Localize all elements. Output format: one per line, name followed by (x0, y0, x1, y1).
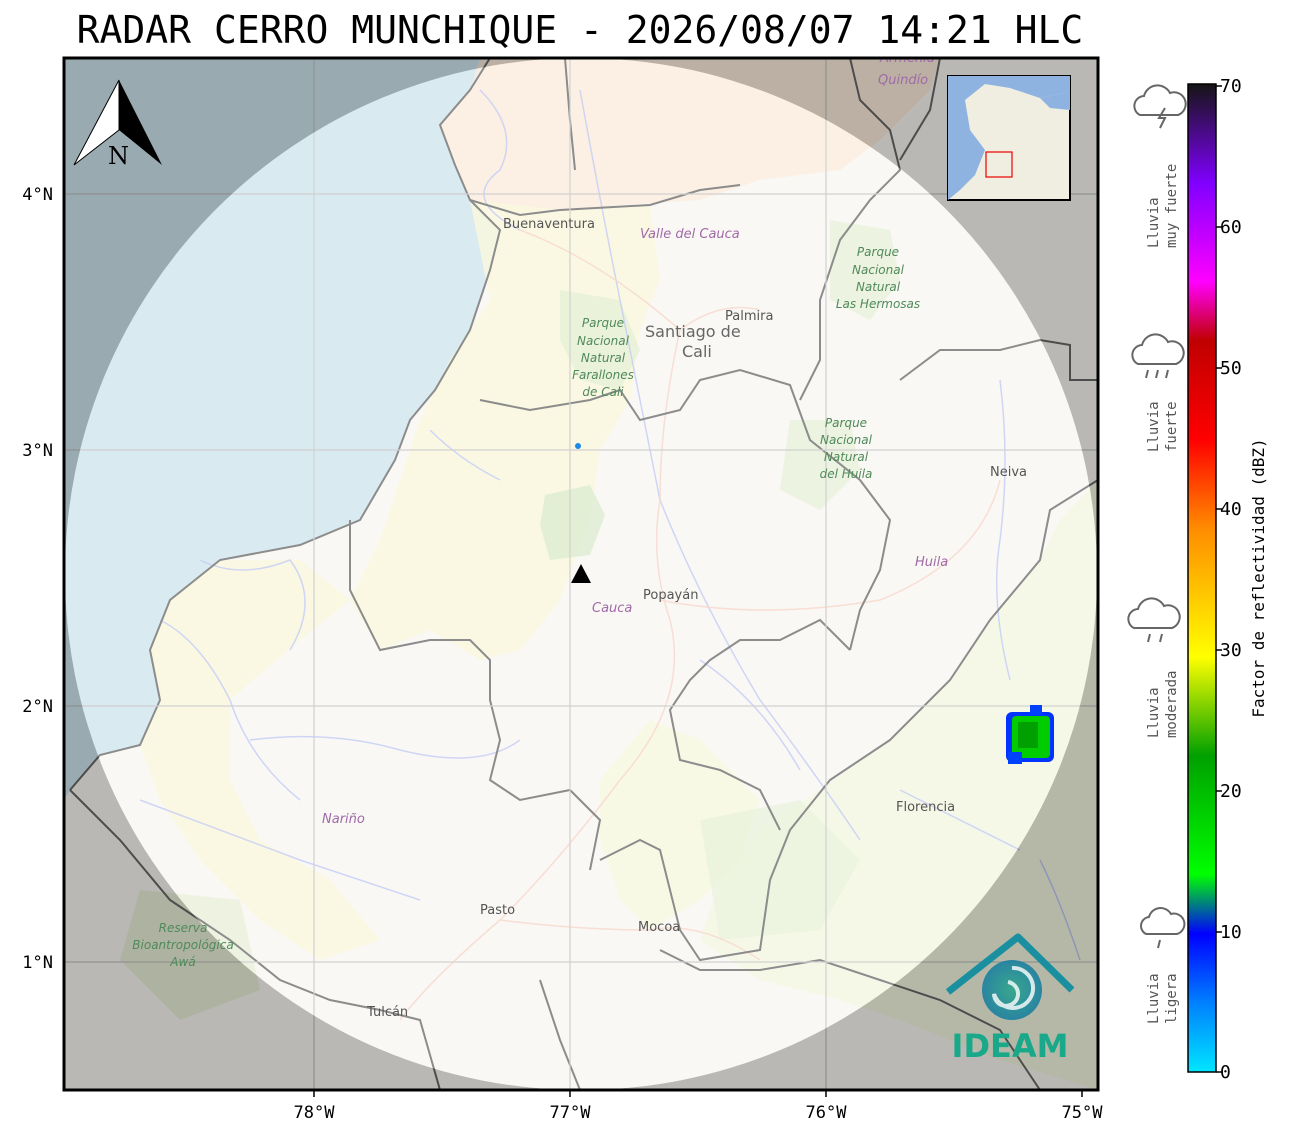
svg-text:Lluvia: Lluvia (1146, 401, 1162, 452)
svg-text:Las Hermosas: Las Hermosas (836, 297, 920, 311)
rain-category-ligera: Lluvia ligera (1140, 907, 1186, 1024)
svg-text:Parque: Parque (582, 316, 624, 330)
svg-text:Nacional: Nacional (820, 433, 873, 447)
cb-tick-60: 60 (1220, 217, 1242, 238)
lon-tick-75: 75°W (1062, 1103, 1104, 1123)
lat-tick-1: 1°N (22, 953, 53, 973)
label-cauca: Cauca (592, 601, 632, 616)
cb-tick-30: 30 (1220, 640, 1242, 661)
rain-category-moderada: Lluvia moderada (1127, 597, 1181, 738)
svg-text:Natural: Natural (824, 450, 869, 464)
svg-text:muy fuerte: muy fuerte (1164, 164, 1180, 248)
label-pasto: Pasto (480, 903, 515, 918)
lon-tick-77: 77°W (550, 1103, 592, 1123)
cb-tick-50: 50 (1220, 358, 1242, 379)
svg-text:fuerte: fuerte (1164, 401, 1180, 452)
cb-tick-10: 10 (1220, 922, 1242, 943)
radar-echo-small (575, 443, 581, 449)
rain-category-muy-fuerte: Lluvia muy fuerte (1133, 84, 1187, 248)
cb-tick-40: 40 (1220, 499, 1242, 520)
label-mocoa: Mocoa (638, 920, 680, 935)
cb-tick-0: 0 (1220, 1062, 1231, 1083)
svg-text:Natural: Natural (856, 280, 901, 294)
svg-text:Bioantropológica: Bioantropológica (132, 938, 233, 952)
rain-category-fuerte: Lluvia fuerte (1131, 333, 1185, 452)
colorbar: 70 60 50 40 30 20 10 0 Factor de reflect… (1187, 76, 1268, 1083)
radar-echo-cluster (1006, 705, 1054, 764)
svg-text:Parque: Parque (857, 245, 899, 259)
colorbar-label: Factor de reflectividad (dBZ) (1249, 438, 1268, 717)
moderate-rain-cloud-icon (1127, 597, 1181, 643)
thunderstorm-cloud-icon (1133, 84, 1187, 129)
label-tulcan: Tulcán (366, 1005, 408, 1020)
label-cali-2: Cali (682, 342, 712, 361)
svg-text:Lluvia: Lluvia (1146, 197, 1162, 248)
svg-text:Natural: Natural (581, 351, 626, 365)
lon-tick-78: 78°W (294, 1103, 336, 1123)
lat-tick-3: 3°N (22, 441, 53, 461)
label-cali-1: Santiago de (645, 322, 741, 341)
svg-text:Farallones: Farallones (572, 368, 634, 382)
lon-tick-labels: 78°W 77°W 76°W 75°W (294, 1103, 1104, 1123)
svg-text:Parque: Parque (825, 416, 867, 430)
svg-text:Reserva: Reserva (159, 921, 208, 935)
svg-text:del Huila: del Huila (820, 467, 873, 481)
inset-locator-map (947, 75, 1071, 201)
svg-text:IDEAM: IDEAM (952, 1027, 1069, 1065)
label-popayan: Popayán (643, 588, 698, 603)
svg-text:Awá: Awá (169, 955, 195, 969)
svg-text:moderada: moderada (1164, 671, 1180, 738)
colorbar-gradient (1187, 83, 1217, 1073)
label-quindio: Quindío (878, 73, 928, 88)
lat-tick-labels: 4°N 3°N 2°N 1°N (22, 185, 53, 973)
lat-tick-4: 4°N (22, 185, 53, 205)
svg-text:Nacional: Nacional (852, 263, 905, 277)
label-huila: Huila (915, 555, 948, 570)
label-valle: Valle del Cauca (640, 227, 740, 242)
svg-text:de Cali: de Cali (582, 385, 624, 399)
cb-tick-20: 20 (1220, 781, 1242, 802)
lon-tick-76: 76°W (806, 1103, 848, 1123)
cb-tick-70: 70 (1220, 76, 1242, 97)
svg-text:ligera: ligera (1164, 973, 1180, 1024)
label-buenaventura: Buenaventura (503, 217, 595, 232)
label-neiva: Neiva (990, 465, 1027, 480)
label-narino: Nariño (322, 812, 365, 827)
map-area[interactable]: Buenaventura Valle del Cauca Palmira San… (0, 0, 1309, 1137)
light-rain-cloud-icon (1140, 907, 1186, 949)
svg-text:Nacional: Nacional (577, 334, 630, 348)
svg-text:Lluvia: Lluvia (1146, 973, 1162, 1024)
lat-tick-2: 2°N (22, 697, 53, 717)
svg-text:N: N (108, 142, 129, 170)
heavy-rain-cloud-icon (1131, 333, 1185, 379)
label-florencia: Florencia (896, 800, 955, 815)
radar-map-figure: Buenaventura Valle del Cauca Palmira San… (0, 0, 1309, 1137)
svg-text:Lluvia: Lluvia (1146, 687, 1162, 738)
